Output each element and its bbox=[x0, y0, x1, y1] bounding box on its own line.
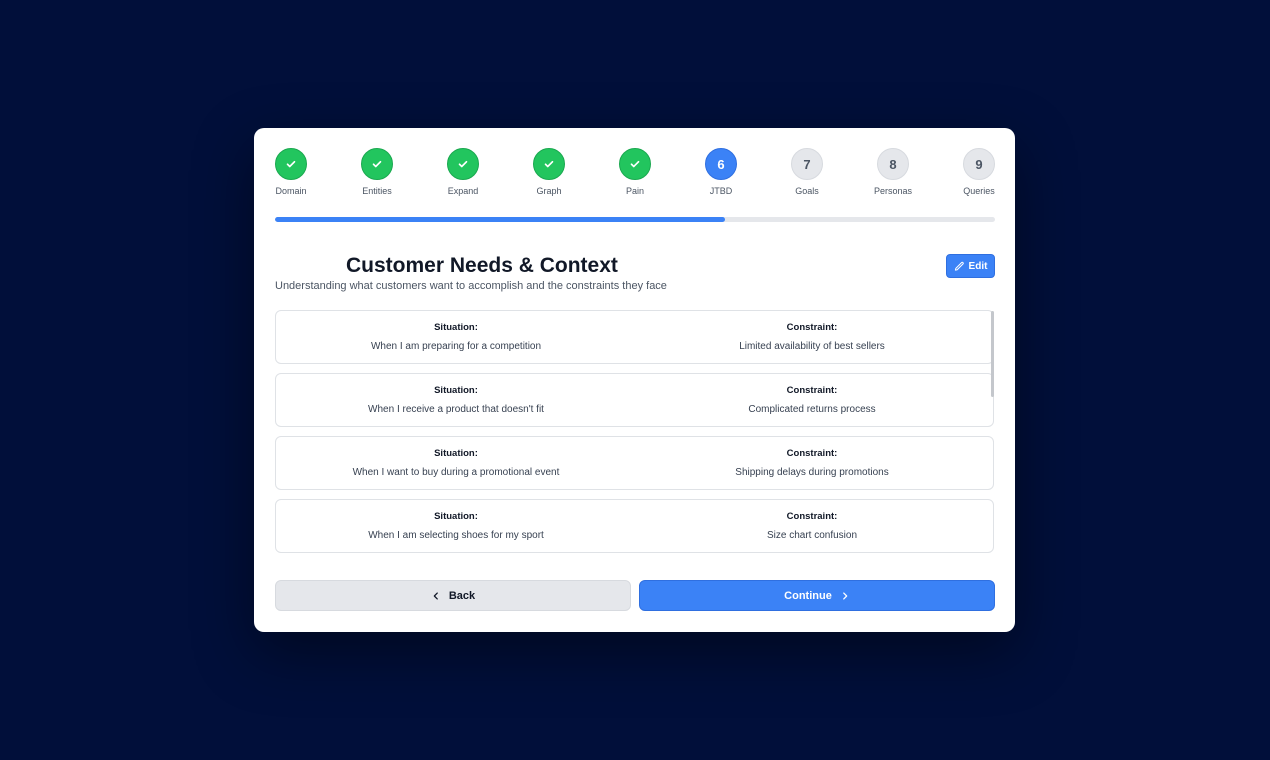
list-item: Situation: When I want to buy during a p… bbox=[275, 436, 994, 490]
situation-value: When I want to buy during a promotional … bbox=[352, 467, 560, 478]
page-subtitle: Understanding what customers want to acc… bbox=[275, 280, 667, 292]
constraint-column: Constraint: Limited availability of best… bbox=[632, 311, 992, 363]
check-icon bbox=[457, 158, 469, 170]
constraint-value: Complicated returns process bbox=[748, 404, 876, 415]
chevron-left-icon bbox=[431, 591, 441, 601]
constraint-value: Size chart confusion bbox=[766, 530, 858, 541]
edit-button-label: Edit bbox=[968, 260, 988, 272]
situation-column: Situation: When I am selecting shoes for… bbox=[276, 500, 636, 552]
page-title: Customer Needs & Context bbox=[346, 254, 618, 277]
list-item: Situation: When I receive a product that… bbox=[275, 373, 994, 427]
step-circle bbox=[533, 148, 565, 180]
constraint-label: Constraint: bbox=[786, 322, 838, 333]
situation-column: Situation: When I want to buy during a p… bbox=[276, 437, 636, 489]
check-icon bbox=[629, 158, 641, 170]
continue-button[interactable]: Continue bbox=[639, 580, 995, 611]
step-circle bbox=[361, 148, 393, 180]
situation-column: Situation: When I am preparing for a com… bbox=[276, 311, 636, 363]
step-number: 9 bbox=[975, 156, 983, 172]
check-icon bbox=[285, 158, 297, 170]
step-circle: 7 bbox=[791, 148, 823, 180]
step-jtbd[interactable]: 6 JTBD bbox=[691, 148, 751, 196]
continue-button-label: Continue bbox=[784, 589, 832, 602]
progress-bar bbox=[275, 217, 995, 222]
needs-list[interactable]: Situation: When I am preparing for a com… bbox=[275, 310, 995, 562]
step-entities[interactable]: Entities bbox=[347, 148, 407, 196]
situation-value: When I am selecting shoes for my sport bbox=[368, 530, 544, 541]
step-circle: 8 bbox=[877, 148, 909, 180]
step-circle: 9 bbox=[963, 148, 995, 180]
step-label: Personas bbox=[873, 186, 913, 196]
situation-label: Situation: bbox=[434, 385, 478, 396]
check-icon bbox=[543, 158, 555, 170]
step-pain[interactable]: Pain bbox=[605, 148, 665, 196]
step-circle bbox=[619, 148, 651, 180]
situation-value: When I receive a product that doesn't fi… bbox=[368, 404, 544, 415]
constraint-value: Shipping delays during promotions bbox=[735, 467, 889, 478]
step-circle bbox=[447, 148, 479, 180]
situation-label: Situation: bbox=[434, 322, 478, 333]
step-number: 6 bbox=[717, 156, 725, 172]
constraint-column: Constraint: Complicated returns process bbox=[632, 374, 992, 426]
step-personas[interactable]: 8 Personas bbox=[863, 148, 923, 196]
step-domain[interactable]: Domain bbox=[261, 148, 321, 196]
stepper: Domain Entities Expand Graph Pain 6 JTBD… bbox=[275, 148, 995, 198]
step-label: Expand bbox=[447, 186, 479, 196]
step-queries[interactable]: 9 Queries bbox=[949, 148, 1009, 196]
list-item: Situation: When I am selecting shoes for… bbox=[275, 499, 994, 553]
step-number: 7 bbox=[803, 156, 811, 172]
constraint-column: Constraint: Size chart confusion bbox=[632, 500, 992, 552]
check-icon bbox=[371, 158, 383, 170]
situation-column: Situation: When I receive a product that… bbox=[276, 374, 636, 426]
back-button-label: Back bbox=[448, 589, 476, 602]
wizard-modal: Domain Entities Expand Graph Pain 6 JTBD… bbox=[254, 128, 1015, 632]
constraint-column: Constraint: Shipping delays during promo… bbox=[632, 437, 992, 489]
step-graph[interactable]: Graph bbox=[519, 148, 579, 196]
step-label: Domain bbox=[275, 186, 307, 196]
constraint-label: Constraint: bbox=[786, 385, 838, 396]
step-label: Graph bbox=[536, 186, 562, 196]
situation-label: Situation: bbox=[434, 511, 478, 522]
constraint-label: Constraint: bbox=[786, 448, 838, 459]
situation-value: When I am preparing for a competition bbox=[370, 341, 542, 352]
pencil-icon bbox=[954, 261, 965, 272]
list-scrollbar[interactable] bbox=[991, 311, 994, 397]
progress-fill bbox=[275, 217, 725, 222]
step-label: Pain bbox=[625, 186, 644, 196]
step-label: Entities bbox=[362, 186, 392, 196]
step-expand[interactable]: Expand bbox=[433, 148, 493, 196]
constraint-label: Constraint: bbox=[786, 511, 838, 522]
step-goals[interactable]: 7 Goals bbox=[777, 148, 837, 196]
step-label: Goals bbox=[795, 186, 819, 196]
constraint-value: Limited availability of best sellers bbox=[739, 341, 885, 352]
step-circle bbox=[275, 148, 307, 180]
edit-button[interactable]: Edit bbox=[946, 254, 995, 278]
step-circle: 6 bbox=[705, 148, 737, 180]
chevron-right-icon bbox=[840, 591, 850, 601]
step-number: 8 bbox=[889, 156, 897, 172]
step-label: Queries bbox=[963, 186, 995, 196]
situation-label: Situation: bbox=[434, 448, 478, 459]
back-button[interactable]: Back bbox=[275, 580, 631, 611]
step-label: JTBD bbox=[709, 186, 733, 196]
list-item: Situation: When I am preparing for a com… bbox=[275, 310, 994, 364]
